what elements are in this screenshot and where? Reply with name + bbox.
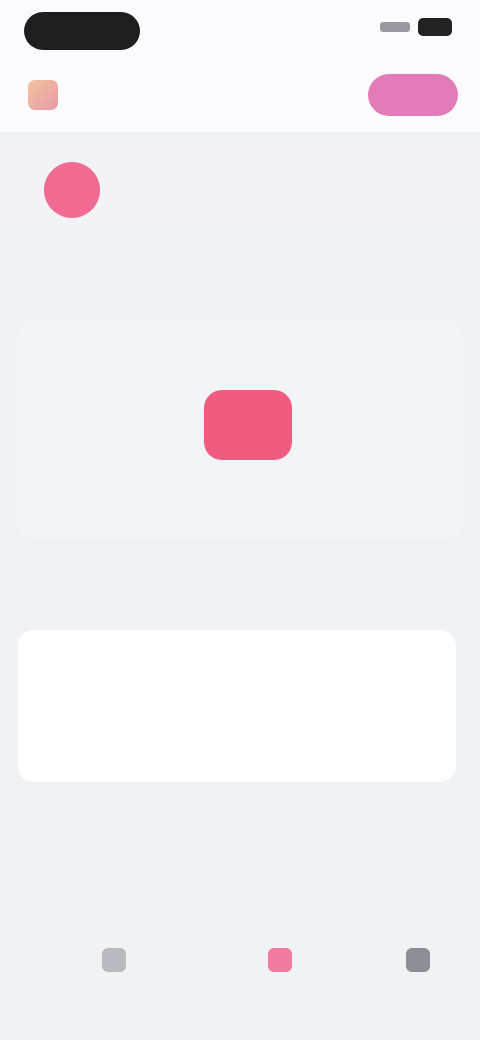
profile-icon bbox=[406, 948, 430, 972]
center-icon bbox=[268, 948, 292, 972]
bottom-nav bbox=[0, 920, 480, 1040]
avatar-icon bbox=[44, 162, 100, 218]
nav-item-profile[interactable] bbox=[388, 948, 448, 1008]
signal-icon bbox=[380, 22, 410, 32]
list-card bbox=[18, 630, 456, 782]
empty-state-icon bbox=[204, 390, 292, 460]
status-bar bbox=[0, 0, 480, 60]
app-logo-icon bbox=[28, 80, 58, 110]
header-action-button[interactable] bbox=[368, 74, 458, 116]
profile-row[interactable] bbox=[0, 150, 480, 230]
app-screen bbox=[0, 0, 480, 1040]
battery-icon bbox=[418, 18, 452, 36]
status-pill bbox=[24, 12, 140, 50]
nav-item-home[interactable] bbox=[84, 948, 144, 1008]
home-icon bbox=[102, 948, 126, 972]
empty-state-card bbox=[18, 320, 462, 540]
status-icons bbox=[380, 18, 452, 36]
nav-item-center[interactable] bbox=[250, 948, 310, 1008]
app-header bbox=[0, 60, 480, 132]
